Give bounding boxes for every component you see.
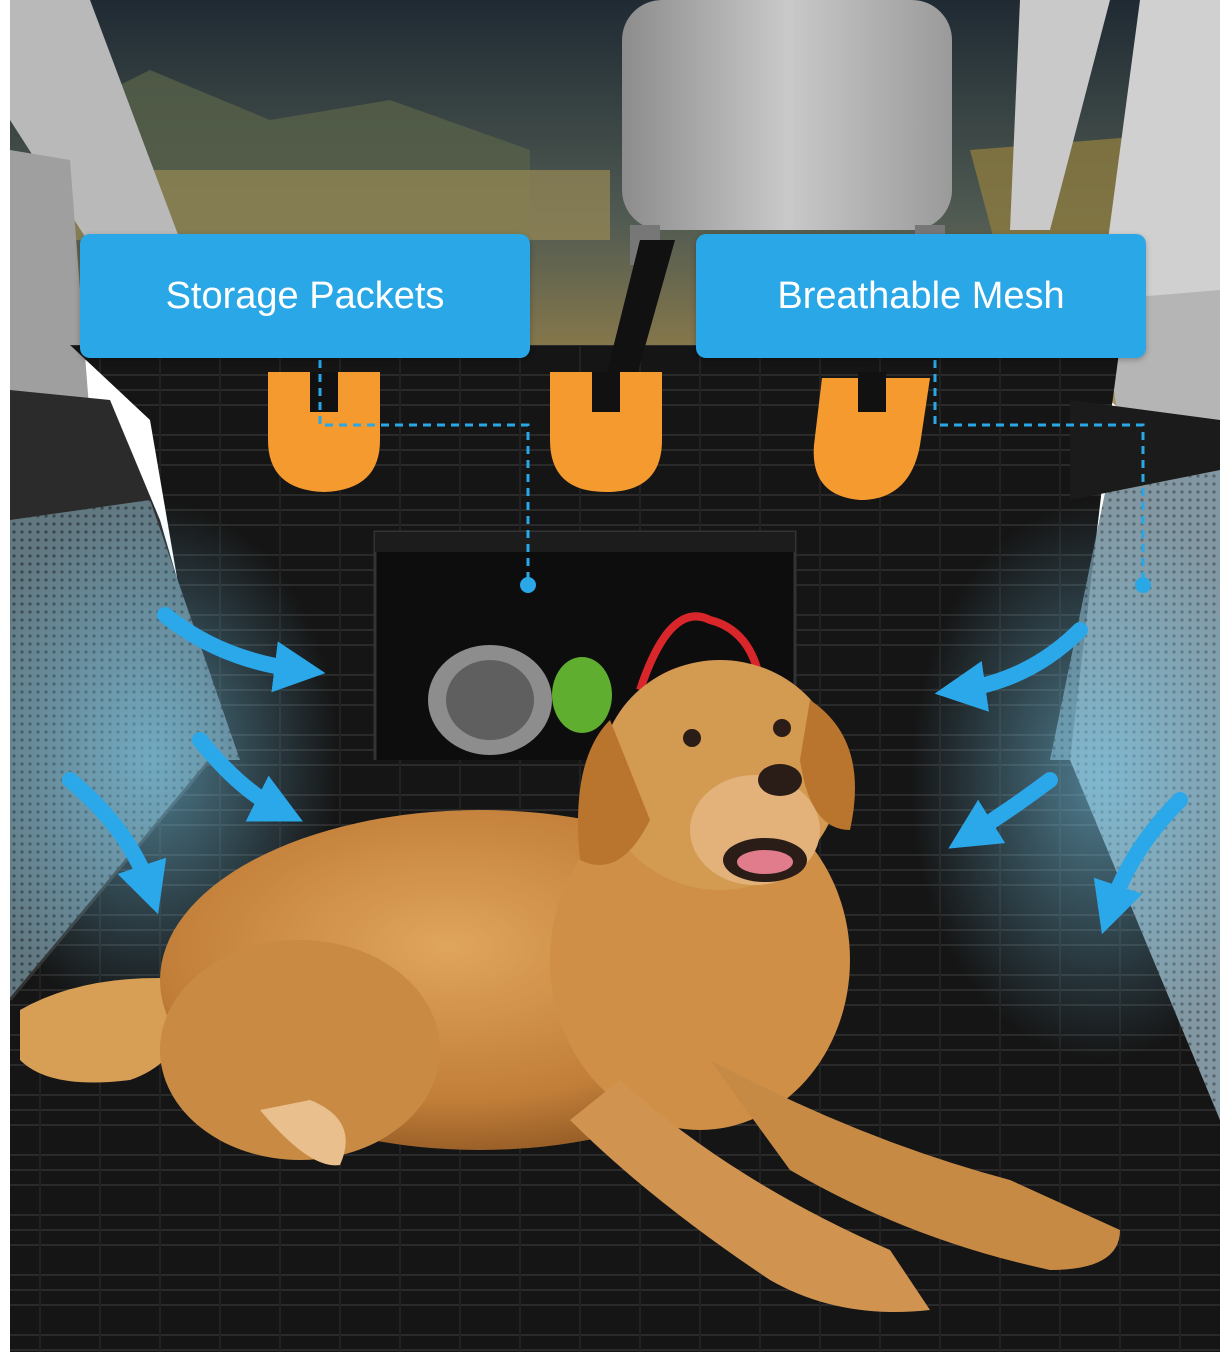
storage-callout-label: Storage Packets: [165, 274, 445, 317]
scene-illustration: [10, 0, 1220, 1352]
storage-callout: Storage Packets: [80, 234, 530, 358]
mesh-callout-label: Breathable Mesh: [777, 274, 1065, 317]
mesh-callout: Breathable Mesh: [696, 234, 1146, 358]
product-image: Storage Packets Breathable Mesh: [0, 0, 1220, 1358]
car-interior-scene: Storage Packets Breathable Mesh: [10, 0, 1220, 1352]
